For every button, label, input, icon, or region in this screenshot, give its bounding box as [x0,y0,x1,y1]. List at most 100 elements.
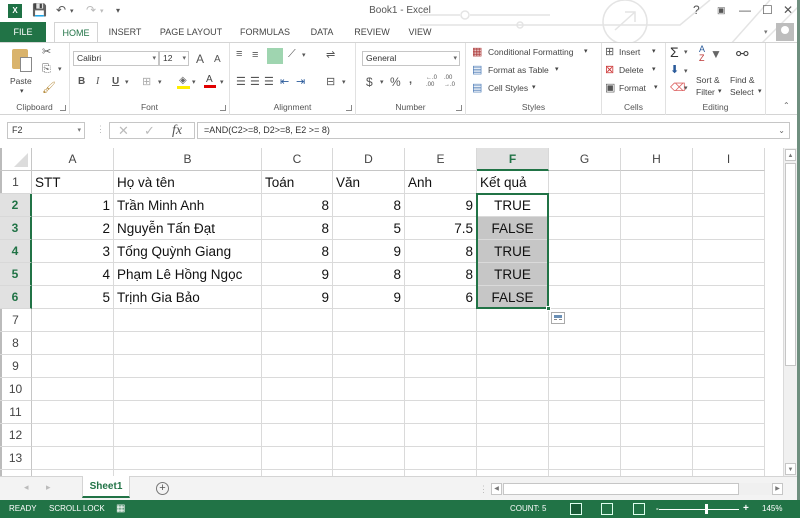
cell-b2[interactable]: Trần Minh Anh [114,194,262,217]
tab-data[interactable]: DATA [304,22,340,42]
cell-b8[interactable] [114,332,262,355]
cell-d2[interactable]: 8 [333,194,405,217]
zoom-slider-thumb[interactable] [705,504,708,514]
cell-h10[interactable] [621,378,693,401]
horizontal-scrollbar[interactable]: ◀ ▶ [491,483,783,495]
cell-f13[interactable] [477,447,549,470]
cell-e6[interactable]: 6 [405,286,477,309]
format-as-table-button[interactable]: Format as Table [488,65,549,75]
row-header-6[interactable]: 6 [0,286,32,309]
cell-g9[interactable] [549,355,621,378]
scroll-down-button[interactable]: ▼ [785,463,796,475]
select-all-button[interactable] [0,148,32,171]
cell-e12[interactable] [405,424,477,447]
delete-cells-button[interactable]: Delete [619,65,644,75]
cell-d6[interactable]: 9 [333,286,405,309]
maximize-button[interactable]: ☐ [762,3,773,17]
tab-file[interactable]: FILE [0,22,46,42]
borders-dropdown-icon[interactable]: ▾ [158,78,162,86]
cell-c3[interactable]: 8 [262,217,333,240]
header-cell-d1[interactable]: Văn [333,171,405,194]
cell-a8[interactable] [32,332,114,355]
cell-c13[interactable] [262,447,333,470]
cell-e5[interactable]: 8 [405,263,477,286]
fill-color-dropdown-icon[interactable]: ▾ [192,78,196,86]
cell-a13[interactable] [32,447,114,470]
cell-e13[interactable] [405,447,477,470]
macro-recording-icon[interactable]: ▦ [116,500,125,518]
cell-e8[interactable] [405,332,477,355]
cell-a12[interactable] [32,424,114,447]
row-header-1[interactable]: 1 [0,171,32,194]
align-center-icon[interactable]: ☰ [250,75,260,88]
cell-a7[interactable] [32,309,114,332]
cell-e2[interactable]: 9 [405,194,477,217]
fill-dropdown-icon[interactable]: ▾ [684,67,688,75]
merge-center-icon[interactable]: ⊟ [326,75,335,88]
tab-formulas[interactable]: FORMULAS [236,22,294,42]
header-cell-b1[interactable]: Họ và tên [114,171,262,194]
cancel-entry-button[interactable]: ✕ [118,123,129,138]
cell-i12[interactable] [693,424,765,447]
cell-f6[interactable]: FALSE [477,286,549,309]
row-header-11[interactable]: 11 [0,401,32,424]
row-header-8[interactable]: 8 [0,332,32,355]
help-button[interactable]: ? [693,3,700,17]
conditional-formatting-button[interactable]: Conditional Formatting [488,47,574,57]
cell-h7[interactable] [621,309,693,332]
expand-formula-bar-icon[interactable]: ⌄ [778,123,785,138]
cell-g13[interactable] [549,447,621,470]
vertical-scroll-thumb[interactable] [785,163,796,366]
cell-c5[interactable]: 9 [262,263,333,286]
font-dialog-launcher[interactable] [220,105,226,111]
cell-i2[interactable] [693,194,765,217]
clipboard-dialog-launcher[interactable] [60,105,66,111]
cell-e4[interactable]: 8 [405,240,477,263]
row-header-7[interactable]: 7 [0,309,32,332]
cell-a5[interactable]: 4 [32,263,114,286]
cell-b13[interactable] [114,447,262,470]
increase-indent-icon[interactable]: ⇥ [296,75,305,88]
bottom-align-icon[interactable] [267,48,283,64]
currency-button[interactable]: $ [366,75,373,89]
alignment-dialog-launcher[interactable] [346,105,352,111]
column-header-e[interactable]: E [405,148,477,171]
column-header-a[interactable]: A [32,148,114,171]
cell-i7[interactable] [693,309,765,332]
cell-a9[interactable] [32,355,114,378]
cell-i4[interactable] [693,240,765,263]
cell-c8[interactable] [262,332,333,355]
column-header-g[interactable]: G [549,148,621,171]
cell-d7[interactable] [333,309,405,332]
cell-i11[interactable] [693,401,765,424]
middle-align-icon[interactable]: ≡ [252,49,258,61]
insert-cells-button[interactable]: Insert [619,47,640,57]
cell-b12[interactable] [114,424,262,447]
tab-review[interactable]: REVIEW [350,22,394,42]
insert-function-button[interactable]: fx [172,123,182,138]
grow-font-button[interactable]: A [196,52,204,66]
new-sheet-button[interactable]: + [156,482,169,495]
cell-h11[interactable] [621,401,693,424]
cell-d10[interactable] [333,378,405,401]
horizontal-scroll-thumb[interactable] [503,483,739,495]
row-header-13[interactable]: 13 [0,447,32,470]
page-break-preview-button[interactable] [633,503,645,515]
number-format-combo[interactable]: General ▾ [362,51,460,66]
cell-g11[interactable] [549,401,621,424]
cut-icon[interactable]: ✂ [42,45,51,58]
cell-c12[interactable] [262,424,333,447]
cell-f3[interactable]: FALSE [477,217,549,240]
cell-b4[interactable]: Tống Quỳnh Giang [114,240,262,263]
cell-h9[interactable] [621,355,693,378]
header-cell-a1[interactable]: STT [32,171,114,194]
cell-c11[interactable] [262,401,333,424]
cell-g3[interactable] [549,217,621,240]
normal-view-button[interactable] [570,503,582,515]
minimize-button[interactable]: — [739,3,751,17]
font-name-combo[interactable]: Calibri ▾ [73,51,159,66]
cell-e10[interactable] [405,378,477,401]
cell-f11[interactable] [477,401,549,424]
cell-f9[interactable] [477,355,549,378]
cell-c10[interactable] [262,378,333,401]
